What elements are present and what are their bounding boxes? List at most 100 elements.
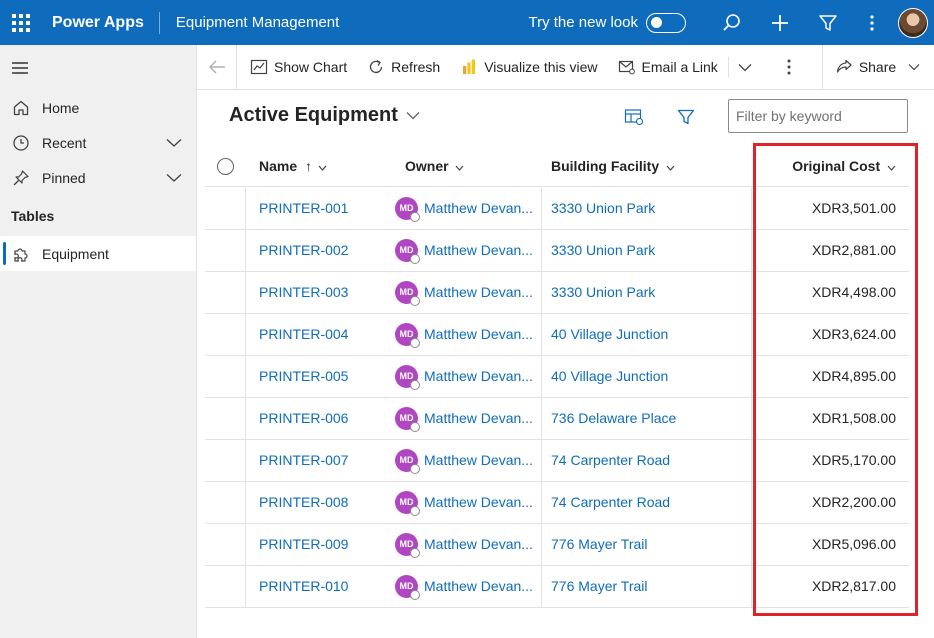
owner-cell[interactable]: MD Matthew Devan...	[395, 398, 533, 439]
more-icon[interactable]	[852, 0, 892, 45]
building-link[interactable]: 776 Mayer Trail	[551, 566, 647, 607]
building-link[interactable]: 40 Village Junction	[551, 314, 668, 355]
owner-link[interactable]: Matthew Devan...	[424, 566, 533, 607]
table-row[interactable]: PRINTER-006 MD Matthew Devan... 736 Delawar…	[205, 398, 909, 440]
nav-item-label: Home	[42, 99, 80, 116]
owner-cell[interactable]: MD Matthew Devan...	[395, 272, 533, 313]
email-link-button[interactable]: Email a Link	[608, 45, 728, 90]
owner-cell[interactable]: MD Matthew Devan...	[395, 566, 533, 607]
equipment-name-link[interactable]: PRINTER-007	[259, 440, 348, 481]
building-link[interactable]: 3330 Union Park	[551, 188, 655, 229]
hamburger-menu[interactable]	[0, 45, 196, 90]
equipment-name-link[interactable]: PRINTER-005	[259, 356, 348, 397]
owner-cell[interactable]: MD Matthew Devan...	[395, 188, 533, 229]
waffle-icon[interactable]	[0, 0, 42, 45]
sidebar-item-equipment[interactable]: Equipment	[0, 236, 196, 271]
owner-cell[interactable]: MD Matthew Devan...	[395, 524, 533, 565]
cell-divider	[751, 314, 752, 355]
owner-link[interactable]: Matthew Devan...	[424, 272, 533, 313]
cell-divider	[245, 314, 246, 355]
nav-item-pinned[interactable]: Pinned	[0, 160, 196, 195]
building-link[interactable]: 736 Delaware Place	[551, 398, 676, 439]
back-button[interactable]	[197, 44, 237, 90]
equipment-name-link[interactable]: PRINTER-002	[259, 230, 348, 271]
nav-item-recent[interactable]: Recent	[0, 125, 196, 160]
column-header-building[interactable]: Building Facility	[551, 145, 675, 187]
chevron-down-icon[interactable]	[166, 135, 182, 151]
table-row[interactable]: PRINTER-004 MD Matthew Devan... 40 Village …	[205, 314, 909, 356]
owner-link[interactable]: Matthew Devan...	[424, 230, 533, 271]
nav-item-label: Equipment	[42, 245, 109, 262]
equipment-name-link[interactable]: PRINTER-010	[259, 566, 348, 607]
show-chart-button[interactable]: Show Chart	[237, 45, 357, 90]
plus-icon[interactable]	[756, 0, 804, 45]
owner-link[interactable]: Matthew Devan...	[424, 440, 533, 481]
equipment-name-link[interactable]: PRINTER-008	[259, 482, 348, 523]
select-all-checkbox[interactable]	[217, 158, 234, 175]
original-cost-value: XDR2,817.00	[811, 578, 896, 594]
equipment-name-link[interactable]: PRINTER-006	[259, 398, 348, 439]
column-header-owner[interactable]: Owner	[405, 145, 464, 187]
owner-avatar: MD	[395, 449, 420, 474]
filter-icon[interactable]	[804, 0, 852, 45]
column-label: Owner	[405, 158, 449, 174]
owner-link[interactable]: Matthew Devan...	[424, 356, 533, 397]
building-link[interactable]: 776 Mayer Trail	[551, 524, 647, 565]
table-row[interactable]: PRINTER-009 MD Matthew Devan... 776 Mayer T…	[205, 524, 909, 566]
owner-cell[interactable]: MD Matthew Devan...	[395, 440, 533, 481]
owner-link[interactable]: Matthew Devan...	[424, 314, 533, 355]
search-icon[interactable]	[708, 0, 756, 45]
equipment-name-link[interactable]: PRINTER-004	[259, 314, 348, 355]
visualize-button[interactable]: Visualize this view	[450, 45, 607, 90]
owner-cell[interactable]: MD Matthew Devan...	[395, 314, 533, 355]
pin-icon	[11, 168, 31, 188]
building-link[interactable]: 3330 Union Park	[551, 272, 655, 313]
table-row[interactable]: PRINTER-007 MD Matthew Devan... 74 Carpente…	[205, 440, 909, 482]
view-selector[interactable]: Active Equipment	[229, 104, 420, 127]
share-icon	[836, 59, 852, 73]
table-row[interactable]: PRINTER-010 MD Matthew Devan... 776 Mayer T…	[205, 566, 909, 608]
table-row[interactable]: PRINTER-008 MD Matthew Devan... 74 Carpente…	[205, 482, 909, 524]
brand-title[interactable]: Power Apps	[42, 11, 160, 34]
table-row[interactable]: PRINTER-001 MD Matthew Devan... 3330 Union …	[205, 188, 909, 230]
refresh-button[interactable]: Refresh	[357, 45, 450, 90]
email-link-dropdown[interactable]	[729, 45, 761, 90]
try-new-look-toggle[interactable]	[646, 12, 686, 33]
table-row[interactable]: PRINTER-002 MD Matthew Devan... 3330 Union …	[205, 230, 909, 272]
building-link[interactable]: 3330 Union Park	[551, 230, 655, 271]
building-link[interactable]: 74 Carpenter Road	[551, 482, 670, 523]
chevron-down-icon[interactable]	[166, 170, 182, 186]
equipment-name-link[interactable]: PRINTER-001	[259, 188, 348, 229]
building-link[interactable]: 74 Carpenter Road	[551, 440, 670, 481]
column-header-name[interactable]: Name ↑	[259, 145, 327, 187]
owner-cell[interactable]: MD Matthew Devan...	[395, 230, 533, 271]
grid-filter-icon[interactable]	[677, 108, 695, 129]
owner-cell[interactable]: MD Matthew Devan...	[395, 482, 533, 523]
building-link[interactable]: 40 Village Junction	[551, 356, 668, 397]
table-row[interactable]: PRINTER-005 MD Matthew Devan... 40 Village …	[205, 356, 909, 398]
visualize-label: Visualize this view	[484, 59, 598, 75]
nav-item-home[interactable]: Home	[0, 90, 196, 125]
show-chart-label: Show Chart	[274, 59, 348, 75]
owner-link[interactable]: Matthew Devan...	[424, 524, 533, 565]
equipment-name-link[interactable]: PRINTER-009	[259, 524, 348, 565]
filter-by-keyword-input[interactable]	[728, 99, 908, 133]
owner-avatar: MD	[395, 323, 420, 348]
more-commands-button[interactable]	[761, 45, 817, 90]
user-avatar[interactable]	[898, 7, 928, 38]
cell-divider	[245, 188, 246, 229]
table-row[interactable]: PRINTER-003 MD Matthew Devan... 3330 Union …	[205, 272, 909, 314]
edit-columns-icon[interactable]	[624, 108, 644, 129]
nav-section-tables: Tables	[11, 208, 55, 224]
equipment-name-link[interactable]: PRINTER-003	[259, 272, 348, 313]
cell-divider	[541, 314, 542, 355]
column-header-original-cost[interactable]: Original Cost	[792, 145, 896, 187]
owner-link[interactable]: Matthew Devan...	[424, 188, 533, 229]
cell-divider	[541, 482, 542, 523]
share-button[interactable]: Share	[823, 45, 932, 90]
owner-link[interactable]: Matthew Devan...	[424, 482, 533, 523]
more-icon	[787, 59, 791, 75]
owner-cell[interactable]: MD Matthew Devan...	[395, 356, 533, 397]
owner-link[interactable]: Matthew Devan...	[424, 398, 533, 439]
app-name[interactable]: Equipment Management	[160, 14, 339, 31]
